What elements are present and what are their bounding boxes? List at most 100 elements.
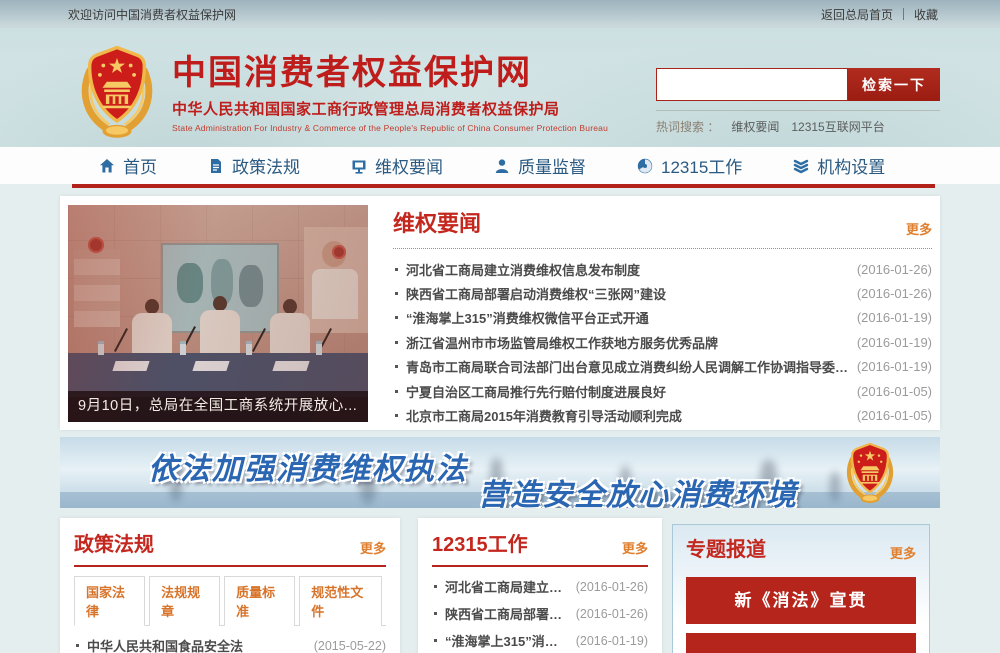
news-item-date: (2016-01-26) [856, 261, 932, 277]
photo-caption: 9月10日，总局在全国工商系统开展放心... [68, 391, 368, 422]
work-item: “淮海掌上315”消费... (2016-01-19) [432, 627, 648, 653]
rights-news-more-link[interactable]: 更多 [906, 219, 932, 238]
policy-title: 政策法规 [74, 534, 154, 556]
tab-normative-documents[interactable]: 规范性文件 [299, 576, 383, 626]
policy-item: 中华人民共和国食品安全法 (2015-05-22) [74, 632, 386, 653]
aperture-icon [637, 158, 653, 173]
main-nav: 首页 政策法规 维权要闻 质量监督 12315工作 机构设置 [0, 147, 1000, 184]
nav-item-rights-news[interactable]: 维权要闻 [350, 153, 443, 178]
special-banner-new-consumer-law[interactable]: 新《消法》宣贯 [686, 577, 916, 624]
policy-tabs: 国家法律 法规规章 质量标准 规范性文件 [74, 575, 386, 626]
nav-item-label: 机构设置 [817, 158, 886, 177]
news-item-date: (2016-01-19) [856, 310, 932, 326]
news-item-link[interactable]: 浙江省温州市市场监管局维权工作获地方服务优秀品牌 [406, 333, 849, 352]
nav-item-label: 质量监督 [518, 158, 586, 177]
nav-item-policy[interactable]: 政策法规 [207, 153, 300, 178]
nav-item-12315-work[interactable]: 12315工作 [636, 153, 742, 178]
search-area: 检索一下 热词搜索 ： 维权要闻 12315互联网平台 [656, 68, 940, 135]
site-header: 中国消费者权益保护网 中华人民共和国国家工商行政管理总局消费者权益保护局 Sta… [0, 28, 1000, 147]
news-item-link[interactable]: 陕西省工商局部署启动消费维权“三张网”建设 [406, 284, 849, 303]
banner-slogan-line1: 依法加强消费维权执法 [148, 453, 468, 486]
favorite-link[interactable]: 收藏 [914, 6, 938, 23]
news-item-link[interactable]: “淮海掌上315”消费维权微信平台正式开通 [406, 308, 849, 327]
back-to-main-site-link[interactable]: 返回总局首页 [821, 6, 893, 23]
rights-news-list: 河北省工商局建立消费维权信息发布制度 (2016-01-26) 陕西省工商局部署… [393, 257, 932, 428]
document-icon [211, 158, 221, 173]
rights-news-section: 维权要闻 更多 河北省工商局建立消费维权信息发布制度 (2016-01-26) … [393, 206, 932, 428]
bullet-icon [395, 340, 398, 344]
hot-link-12315-platform[interactable]: 12315互联网平台 [791, 118, 884, 135]
news-item-link[interactable]: 宁夏自治区工商局推行先行赔付制度进展良好 [406, 382, 849, 401]
hot-search-row: 热词搜索 ： 维权要闻 12315互联网平台 [656, 110, 940, 135]
bullet-icon [395, 389, 398, 393]
saic-emblem-icon [842, 440, 898, 506]
tab-national-laws[interactable]: 国家法律 [74, 576, 146, 626]
policy-list: 中华人民共和国食品安全法 (2015-05-22) 中华人民共和国广告法 (20… [74, 632, 386, 653]
bullet-icon [434, 585, 437, 588]
divider [902, 8, 904, 20]
nav-item-home[interactable]: 首页 [98, 153, 157, 178]
search-button[interactable]: 检索一下 [848, 68, 940, 101]
news-item-link[interactable]: 青岛市工商局联合司法部门出台意见成立消费纠纷人民调解工作协调指导委员会 [406, 357, 849, 376]
bullet-icon [76, 644, 79, 647]
news-item: 陕西省工商局部署启动消费维权“三张网”建设 (2016-01-26) [393, 281, 932, 305]
work-item: 陕西省工商局部署启动... (2016-01-26) [432, 600, 648, 627]
tab-regulations[interactable]: 法规规章 [149, 576, 221, 626]
rights-news-title: 维权要闻 [393, 211, 482, 236]
news-item: “淮海掌上315”消费维权微信平台正式开通 (2016-01-19) [393, 306, 932, 330]
monitor-icon [352, 160, 366, 174]
news-item: 青岛市工商局联合司法部门出台意见成立消费纠纷人民调解工作协调指导委员会 (201… [393, 355, 932, 379]
policy-section: 政策法规 更多 国家法律 法规规章 质量标准 规范性文件 中华人民共和国食品安全… [60, 518, 400, 653]
work-12315-list: 河北省工商局建立消费... (2016-01-26) 陕西省工商局部署启动...… [432, 573, 648, 653]
site-subtitle-english: State Administration For Industry & Comm… [172, 123, 609, 133]
news-item: 河北省工商局建立消费维权信息发布制度 (2016-01-26) [393, 257, 932, 281]
news-item-date: (2016-01-19) [856, 334, 932, 350]
news-photo[interactable]: 9月10日，总局在全国工商系统开展放心... [68, 205, 368, 422]
top-links: 返回总局首页 收藏 [821, 6, 938, 23]
bullet-icon [434, 639, 437, 642]
news-item-link[interactable]: 北京市工商局2015年消费教育引导活动顺利完成 [406, 406, 849, 425]
bullet-icon [395, 414, 398, 418]
hot-search-label: 热词搜索 ： [656, 120, 720, 134]
layers-icon [794, 159, 809, 173]
work-item-date: (2016-01-19) [575, 633, 648, 648]
work-12315-title: 12315工作 [432, 534, 528, 556]
policy-more-link[interactable]: 更多 [360, 538, 386, 557]
saic-emblem-logo [72, 45, 162, 139]
news-item-link[interactable]: 河北省工商局建立消费维权信息发布制度 [406, 260, 849, 279]
news-item-date: (2016-01-05) [856, 383, 932, 399]
nav-item-quality[interactable]: 质量监督 [493, 153, 586, 178]
work-12315-more-link[interactable]: 更多 [622, 538, 648, 557]
person-icon [495, 158, 509, 173]
nav-item-label: 维权要闻 [375, 158, 443, 177]
site-title: 中国消费者权益保护网 [172, 54, 532, 92]
policy-item-date: (2015-05-22) [313, 638, 386, 653]
site-subtitle: 中华人民共和国国家工商行政管理总局消费者权益保护局 [172, 101, 560, 118]
work-item-date: (2016-01-26) [575, 606, 648, 621]
tab-quality-standards[interactable]: 质量标准 [224, 576, 296, 626]
bullet-icon [434, 612, 437, 615]
news-item: 宁夏自治区工商局推行先行赔付制度进展良好 (2016-01-05) [393, 379, 932, 403]
campaign-banner[interactable]: 依法加强消费维权执法 营造安全放心消费环境 [60, 437, 940, 508]
news-item-date: (2016-01-05) [856, 408, 932, 424]
work-item-link[interactable]: 河北省工商局建立消费... [445, 577, 568, 596]
bullet-icon [395, 292, 398, 296]
policy-item-link[interactable]: 中华人民共和国食品安全法 [87, 636, 306, 653]
bullet-icon [395, 365, 398, 369]
welcome-text: 欢迎访问中国消费者权益保护网 [68, 7, 237, 22]
bullet-icon [395, 267, 398, 271]
top-utility-bar: 欢迎访问中国消费者权益保护网 返回总局首页 收藏 [0, 0, 1000, 28]
special-reports-more-link[interactable]: 更多 [890, 543, 916, 562]
special-banner-second[interactable] [686, 633, 916, 653]
nav-item-organization[interactable]: 机构设置 [792, 153, 885, 178]
special-reports-section: 专题报道 更多 新《消法》宣贯 [672, 524, 930, 653]
home-icon [100, 158, 114, 172]
news-item: 浙江省温州市市场监管局维权工作获地方服务优秀品牌 (2016-01-19) [393, 330, 932, 354]
work-item-link[interactable]: 陕西省工商局部署启动... [445, 604, 568, 623]
special-reports-title: 专题报道 [686, 539, 766, 561]
page: 欢迎访问中国消费者权益保护网 返回总局首页 收藏 中国消费者权益保护网 中华人民… [0, 0, 1000, 653]
search-input[interactable] [656, 68, 848, 101]
news-item-date: (2016-01-19) [856, 359, 932, 375]
work-item-link[interactable]: “淮海掌上315”消费... [445, 631, 568, 650]
hot-link-rights-news[interactable]: 维权要闻 [731, 118, 779, 135]
